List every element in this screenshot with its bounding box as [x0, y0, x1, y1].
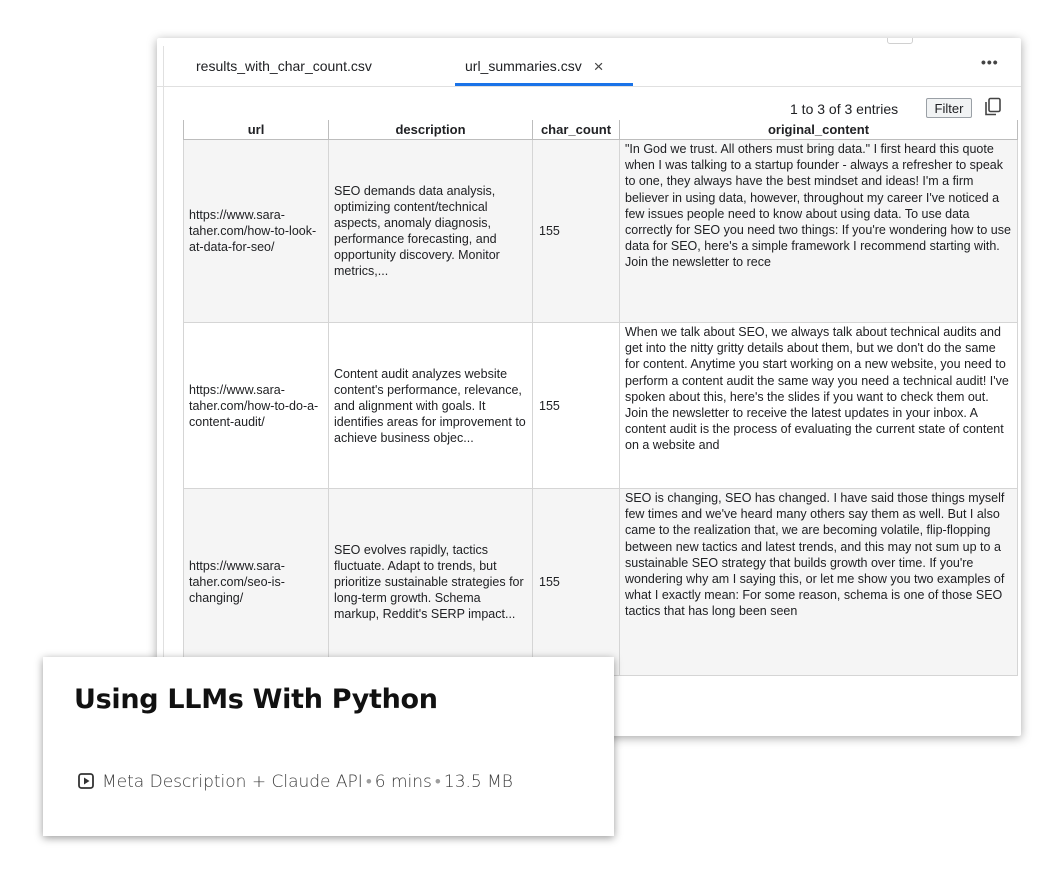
- tab-label: results_with_char_count.csv: [196, 58, 372, 74]
- meta-separator: •: [365, 772, 372, 792]
- cell-url: https://www.sara-taher.com/how-to-look-a…: [183, 139, 329, 323]
- meta-separator: •: [434, 772, 441, 792]
- column-header-char-count[interactable]: char_count: [532, 120, 620, 140]
- table-row[interactable]: https://www.sara-taher.com/how-to-look-a…: [183, 139, 1018, 323]
- lesson-card[interactable]: Using LLMs With Python Meta Description …: [43, 657, 614, 836]
- cell-description: Content audit analyzes website content's…: [328, 322, 533, 489]
- table-row[interactable]: https://www.sara-taher.com/seo-is-changi…: [183, 488, 1018, 676]
- tab-results-with-char-count[interactable]: results_with_char_count.csv: [196, 58, 372, 74]
- csv-viewer-panel: results_with_char_count.csv url_summarie…: [157, 38, 1021, 736]
- column-header-url[interactable]: url: [183, 120, 329, 140]
- copy-icon[interactable]: [984, 97, 1002, 117]
- column-header-original-content[interactable]: original_content: [619, 120, 1018, 140]
- cell-original-content: When we talk about SEO, we always talk a…: [619, 322, 1018, 489]
- table-row[interactable]: https://www.sara-taher.com/how-to-do-a-c…: [183, 322, 1018, 489]
- cell-description: SEO demands data analysis, optimizing co…: [328, 139, 533, 323]
- play-box-icon: [78, 773, 94, 789]
- active-tab-indicator: [455, 83, 633, 86]
- data-table: url description char_count original_cont…: [183, 120, 1018, 676]
- close-icon[interactable]: ×: [594, 58, 604, 75]
- tab-bar: results_with_char_count.csv url_summarie…: [157, 38, 1021, 87]
- cell-char-count: 155: [532, 488, 620, 676]
- lesson-size: 13.5 MB: [443, 772, 513, 792]
- lesson-duration: 6 mins: [374, 772, 432, 792]
- filter-button[interactable]: Filter: [926, 98, 972, 118]
- cell-char-count: 155: [532, 322, 620, 489]
- cell-original-content: SEO is changing, SEO has changed. I have…: [619, 488, 1018, 676]
- tab-url-summaries[interactable]: url_summaries.csv ×: [465, 58, 604, 75]
- lesson-title: Using LLMs With Python: [74, 684, 438, 715]
- table-header-row: url description char_count original_cont…: [183, 120, 1018, 140]
- entries-count: 1 to 3 of 3 entries: [790, 101, 899, 117]
- panel-divider: [163, 46, 164, 736]
- cell-url: https://www.sara-taher.com/how-to-do-a-c…: [183, 322, 329, 489]
- cell-original-content: "In God we trust. All others must bring …: [619, 139, 1018, 323]
- column-header-description[interactable]: description: [328, 120, 533, 140]
- cell-description: SEO evolves rapidly, tactics fluctuate. …: [328, 488, 533, 676]
- cell-url: https://www.sara-taher.com/seo-is-changi…: [183, 488, 329, 676]
- tab-label: url_summaries.csv: [465, 58, 582, 74]
- lesson-topic: Meta Description + Claude API: [102, 772, 363, 792]
- more-horizontal-icon[interactable]: •••: [981, 54, 999, 70]
- lesson-meta: Meta Description + Claude API • 6 mins • 13.…: [78, 772, 513, 792]
- cell-char-count: 155: [532, 139, 620, 323]
